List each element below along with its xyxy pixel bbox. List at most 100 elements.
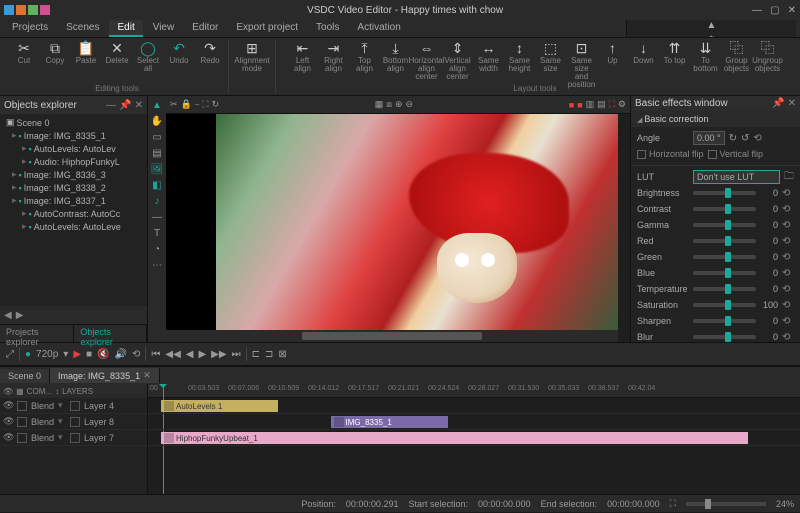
marker1-icon[interactable]: ■ [569,100,574,110]
marker-in-button[interactable]: ⊏ [252,349,260,360]
panel-pin-icon[interactable]: 📌 [119,100,131,111]
basic-correction-section[interactable]: Basic correction [631,111,800,127]
fullscreen-icon[interactable]: ⛶ [609,99,615,110]
snap-icon[interactable]: ⧈ [386,99,392,110]
undo-button[interactable]: ↶Undo [165,40,193,65]
layout2-icon[interactable]: ▤ [597,99,606,110]
tree-node[interactable]: ▸ ▪ Audio: HiphopFunkyL [2,155,145,168]
tree-node[interactable]: ▸ ▪ AutoLevels: AutoLeve [2,220,145,233]
same-size-position-button[interactable]: ⊡Same size and position [568,40,596,89]
effects-close-icon[interactable]: ✕ [788,98,796,109]
loop-button[interactable]: ⟲ [132,349,140,360]
reset-icon[interactable]: ⟲ [782,204,794,215]
prev-frame-button[interactable]: ◀◀ [165,349,180,360]
reset-icon[interactable]: ⟲ [782,236,794,247]
last-frame-button[interactable]: ⏭ [232,349,241,360]
tree-node[interactable]: ▸ ▪ Image: IMG_8336_3 [2,168,145,181]
copy-button[interactable]: ⧉Copy [41,40,69,65]
alignment-mode-button[interactable]: ⊞ Alignment mode [233,40,271,73]
reset-icon[interactable]: ⟲ [782,268,794,279]
tree-node[interactable]: ▸ ▪ Image: IMG_8335_1 [2,129,145,142]
play-button[interactable]: ▶ [73,349,81,360]
reset-icon[interactable]: ⟲ [782,284,794,295]
zoom-fit-icon[interactable]: ⛶ [670,498,676,509]
nav-right-icon[interactable]: ▶ [16,310,24,321]
tree-node[interactable]: ▸ ▪ AutoContrast: AutoCc [2,207,145,220]
gamma-slider[interactable] [693,223,756,227]
stop-button[interactable]: ■ [86,349,92,360]
visibility-icon[interactable]: 👁 [3,416,13,427]
rotate-icon[interactable]: ↻ [212,99,220,110]
scene-root[interactable]: ▣ Scene 0 [2,116,145,129]
right-align-button[interactable]: ⇥Right align [320,40,348,73]
next-frame-button[interactable]: ▶▶ [211,349,226,360]
visibility-icon[interactable]: 👁 [3,432,13,443]
marker-out-button[interactable]: ⊐ [265,349,273,360]
zoom-in-icon[interactable]: ⊕ [395,99,403,110]
select-all-button[interactable]: ◯Select all [134,40,162,73]
angle-input[interactable]: 0.00 ° [693,131,725,145]
preview-scrollbar[interactable] [166,330,618,342]
tab-edit[interactable]: Edit [109,20,142,37]
nav-left-icon[interactable]: ◀ [4,310,12,321]
line-tool-icon[interactable]: — [149,210,165,224]
timeline-clip[interactable]: HiphopFunkyUpbeat_1 [161,432,748,444]
to-bottom-button[interactable]: ⇊To bottom [692,40,720,73]
image-tool-icon[interactable]: 🖼 [149,162,165,176]
tree-node[interactable]: ▸ ▪ Image: IMG_8337_1 [2,194,145,207]
down-button[interactable]: ↓Down [630,40,658,65]
step-fwd-button[interactable]: ▶ [198,349,206,360]
tab-editor[interactable]: Editor [184,20,226,37]
up-button[interactable]: ↑Up [599,40,627,65]
lock-col-icon[interactable]: ▦ [16,387,24,396]
grid-icon[interactable]: ▦ [375,99,384,110]
audio-col-icon[interactable]: ↕ [55,387,59,396]
help-icon[interactable]: ▲ [707,20,717,31]
tab-export[interactable]: Export project [228,20,306,37]
timeline-tab-image[interactable]: Image: IMG_8335_1✕ [50,368,160,383]
tab-view[interactable]: View [145,20,183,37]
close-button[interactable]: ✕ [788,5,796,16]
delete-button[interactable]: ✕Delete [103,40,131,65]
timeline-tab-scene[interactable]: Scene 0 [0,369,50,383]
text-tool-icon[interactable]: ▤ [149,146,165,160]
projects-explorer-tab[interactable]: Projects explorer [0,325,74,342]
resolution-refresh[interactable]: ● [25,349,31,360]
same-width-button[interactable]: ↔Same width [475,40,503,73]
step-back-button[interactable]: ◀ [186,349,194,360]
shape-tool-icon[interactable]: ◧ [149,178,165,192]
lut-folder-icon[interactable]: 🗀 [784,169,794,186]
expand-button[interactable]: ⤢ [6,349,14,360]
temperature-slider[interactable] [693,287,756,291]
more-tool-icon[interactable]: ⋯ [149,258,165,272]
timeline-track[interactable]: AutoLevels 1 [148,398,800,414]
hand-tool-icon[interactable]: ✋ [149,114,165,128]
panel-minimize-icon[interactable]: — [106,100,116,111]
objects-tree[interactable]: ▣ Scene 0 ▸ ▪ Image: IMG_8335_1 ▸ ▪ AutoL… [0,114,147,306]
contrast-slider[interactable] [693,207,756,211]
visibility-icon[interactable]: 👁 [3,400,13,411]
lock-icon[interactable]: 🔒 [181,99,192,110]
resolution-dropdown[interactable]: ▾ [63,349,68,360]
tab-activation[interactable]: Activation [349,20,408,37]
vflip-checkbox[interactable]: Vertical flip [708,149,764,159]
reset-icon[interactable]: ⟲ [782,252,794,263]
lock-checkbox[interactable] [17,433,27,443]
tab-tools[interactable]: Tools [308,20,347,37]
angle-reset-icon[interactable]: ⟲ [753,133,765,144]
lock-checkbox[interactable] [17,401,27,411]
blur-slider[interactable] [693,335,756,339]
timeline-layer-row[interactable]: 👁Blend▾Layer 8 [0,414,147,430]
rect-tool-icon[interactable]: ▭ [149,130,165,144]
reset-icon[interactable]: ⟲ [782,220,794,231]
timeline-track[interactable]: IMG_8335_1 [148,414,800,430]
objects-explorer-tab[interactable]: Objects explorer [74,325,147,342]
timeline-clip[interactable]: AutoLevels 1 [161,400,278,412]
text-t-icon[interactable]: T [149,226,165,240]
top-align-button[interactable]: ⤒Top align [351,40,379,73]
timeline-layer-row[interactable]: 👁Blend▾Layer 4 [0,398,147,414]
crop-icon[interactable]: ⛶ [202,99,208,110]
timeline-ruler[interactable]: :0000:03.50300:07.00600:10.50900:14.0120… [148,384,800,398]
cut-icon[interactable]: ✂ [170,99,178,110]
timeline-clip[interactable]: IMG_8335_1 [331,416,448,428]
